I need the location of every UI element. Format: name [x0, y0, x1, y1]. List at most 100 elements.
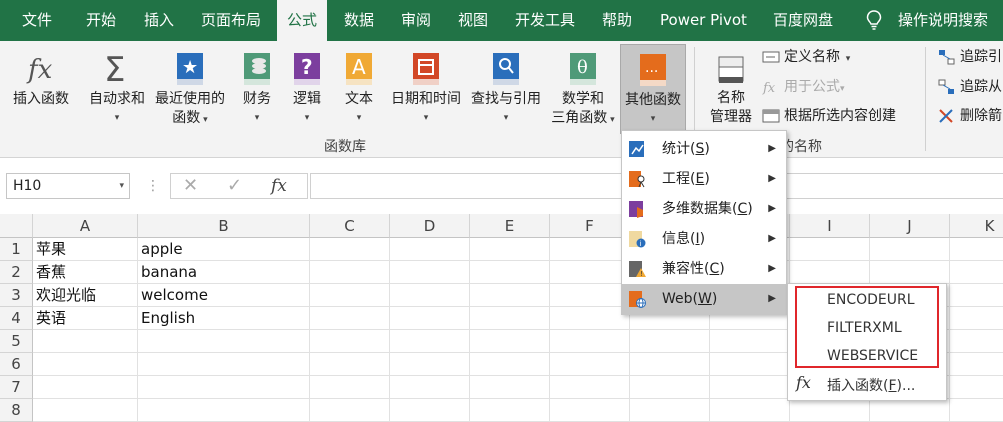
empty-cell[interactable]	[710, 353, 790, 376]
tab-page-layout[interactable]: 页面布局	[201, 0, 261, 41]
empty-cell[interactable]	[950, 376, 1003, 399]
empty-cell[interactable]	[710, 376, 790, 399]
empty-cell[interactable]	[550, 261, 630, 284]
empty-cell[interactable]	[390, 376, 470, 399]
empty-cell[interactable]	[310, 353, 390, 376]
empty-cell[interactable]	[390, 353, 470, 376]
trace-dependents-button[interactable]: 追踪从	[938, 76, 1002, 98]
empty-cell[interactable]	[550, 238, 630, 261]
empty-cell[interactable]	[390, 399, 470, 422]
empty-cell[interactable]	[790, 399, 870, 422]
function-encodeurl[interactable]: ENCODEURL	[827, 286, 915, 314]
empty-cell[interactable]	[310, 261, 390, 284]
empty-cell[interactable]	[630, 399, 710, 422]
cell-a4[interactable]: 英语	[33, 307, 138, 330]
empty-cell[interactable]	[470, 353, 550, 376]
empty-cell[interactable]	[33, 376, 138, 399]
empty-cell[interactable]	[550, 353, 630, 376]
tell-me-search[interactable]: 操作说明搜索	[898, 0, 988, 41]
insert-function-menu-item[interactable]: 插入函数(F)...	[827, 372, 915, 400]
empty-cell[interactable]	[138, 353, 310, 376]
cell-a3[interactable]: 欢迎光临	[33, 284, 138, 307]
row-header-7[interactable]: 7	[0, 376, 33, 399]
empty-cell[interactable]	[470, 238, 550, 261]
empty-cell[interactable]	[470, 330, 550, 353]
financial-button[interactable]: 财务 ▾	[234, 41, 280, 131]
empty-cell[interactable]	[870, 238, 950, 261]
menu-item-statistical[interactable]: 统计(S) ▶	[622, 134, 786, 164]
col-header-d[interactable]: D	[390, 214, 470, 238]
menu-item-information[interactable]: i 信息(I) ▶	[622, 224, 786, 254]
empty-cell[interactable]	[470, 284, 550, 307]
lookup-reference-button[interactable]: 查找与引用 ▾	[466, 41, 546, 131]
name-manager-button[interactable]: 名称 管理器	[700, 41, 762, 131]
menu-item-compatibility[interactable]: ! 兼容性(C) ▶	[622, 254, 786, 284]
empty-cell[interactable]	[33, 353, 138, 376]
empty-cell[interactable]	[138, 376, 310, 399]
tab-data[interactable]: 数据	[344, 0, 374, 41]
empty-cell[interactable]	[390, 307, 470, 330]
create-from-selection-button[interactable]: 根据所选内容创建	[762, 105, 896, 127]
col-header-f[interactable]: F	[550, 214, 630, 238]
empty-cell[interactable]	[950, 284, 1003, 307]
empty-cell[interactable]	[138, 399, 310, 422]
empty-cell[interactable]	[950, 399, 1003, 422]
cell-b4[interactable]: English	[138, 307, 310, 330]
empty-cell[interactable]	[950, 307, 1003, 330]
tab-baidu-netdisk[interactable]: 百度网盘	[773, 0, 833, 41]
menu-item-engineering[interactable]: 工程(E) ▶	[622, 164, 786, 194]
empty-cell[interactable]	[550, 376, 630, 399]
empty-cell[interactable]	[550, 399, 630, 422]
empty-cell[interactable]	[390, 238, 470, 261]
cell-a1[interactable]: 苹果	[33, 238, 138, 261]
empty-cell[interactable]	[950, 261, 1003, 284]
row-header-2[interactable]: 2	[0, 261, 33, 284]
empty-cell[interactable]	[790, 261, 870, 284]
logical-button[interactable]: ? 逻辑 ▾	[284, 41, 330, 131]
empty-cell[interactable]	[550, 307, 630, 330]
tab-view[interactable]: 视图	[458, 0, 488, 41]
empty-cell[interactable]	[870, 261, 950, 284]
use-in-formula-button[interactable]: fx 用于公式▾	[762, 76, 845, 98]
tab-help[interactable]: 帮助	[602, 0, 632, 41]
empty-cell[interactable]	[310, 330, 390, 353]
empty-cell[interactable]	[33, 399, 138, 422]
cell-b1[interactable]: apple	[138, 238, 310, 261]
row-header-1[interactable]: 1	[0, 238, 33, 261]
empty-cell[interactable]	[390, 261, 470, 284]
cell-b2[interactable]: banana	[138, 261, 310, 284]
empty-cell[interactable]	[630, 376, 710, 399]
trace-precedents-button[interactable]: 追踪引	[938, 46, 1002, 68]
empty-cell[interactable]	[33, 330, 138, 353]
col-header-k[interactable]: K	[950, 214, 1003, 238]
row-header-5[interactable]: 5	[0, 330, 33, 353]
math-trig-button[interactable]: θ 数学和 三角函数 ▾	[546, 41, 620, 131]
empty-cell[interactable]	[470, 376, 550, 399]
tab-home[interactable]: 开始	[86, 0, 116, 41]
empty-cell[interactable]	[390, 284, 470, 307]
empty-cell[interactable]	[630, 330, 710, 353]
empty-cell[interactable]	[950, 238, 1003, 261]
tab-review[interactable]: 审阅	[401, 0, 431, 41]
col-header-i[interactable]: I	[790, 214, 870, 238]
insert-function-button[interactable]: fx 插入函数	[8, 41, 74, 131]
empty-cell[interactable]	[470, 399, 550, 422]
remove-arrows-button[interactable]: 删除箭	[938, 105, 1002, 127]
empty-cell[interactable]	[630, 353, 710, 376]
empty-cell[interactable]	[310, 399, 390, 422]
menu-item-cube[interactable]: 多维数据集(C) ▶	[622, 194, 786, 224]
empty-cell[interactable]	[310, 376, 390, 399]
empty-cell[interactable]	[950, 330, 1003, 353]
empty-cell[interactable]	[710, 399, 790, 422]
tab-insert[interactable]: 插入	[144, 0, 174, 41]
define-name-button[interactable]: 定义名称 ▾	[762, 46, 850, 68]
empty-cell[interactable]	[310, 238, 390, 261]
empty-cell[interactable]	[138, 330, 310, 353]
text-button[interactable]: A 文本 ▾	[336, 41, 382, 131]
more-functions-button[interactable]: ... 其他函数 ▾	[620, 44, 686, 134]
function-webservice[interactable]: WEBSERVICE	[827, 342, 918, 370]
col-header-a[interactable]: A	[33, 214, 138, 238]
empty-cell[interactable]	[790, 238, 870, 261]
tab-power-pivot[interactable]: Power Pivot	[660, 0, 747, 41]
empty-cell[interactable]	[550, 284, 630, 307]
